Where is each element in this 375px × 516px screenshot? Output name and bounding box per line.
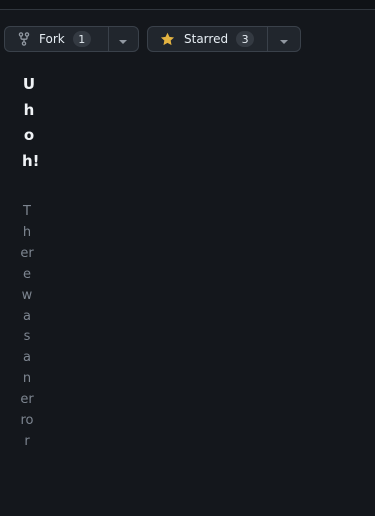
fork-button[interactable]: Fork 1	[5, 27, 108, 51]
fork-icon	[18, 32, 30, 46]
top-border	[0, 0, 375, 10]
starred-button[interactable]: Starred 3	[148, 27, 267, 51]
star-button-group: Starred 3	[147, 26, 301, 52]
starred-label: Starred	[184, 32, 229, 46]
fork-count: 1	[72, 31, 91, 47]
error-message: There was an error	[20, 204, 34, 449]
error-title: Uh oh!	[22, 75, 40, 170]
fork-label: Fork	[39, 32, 65, 46]
chevron-down-icon	[118, 30, 128, 49]
star-dropdown-button[interactable]	[267, 27, 300, 51]
star-count: 3	[236, 31, 255, 47]
star-icon	[160, 32, 175, 47]
fork-button-group: Fork 1	[4, 26, 139, 52]
fork-dropdown-button[interactable]	[107, 27, 139, 51]
chevron-down-icon	[279, 30, 289, 49]
